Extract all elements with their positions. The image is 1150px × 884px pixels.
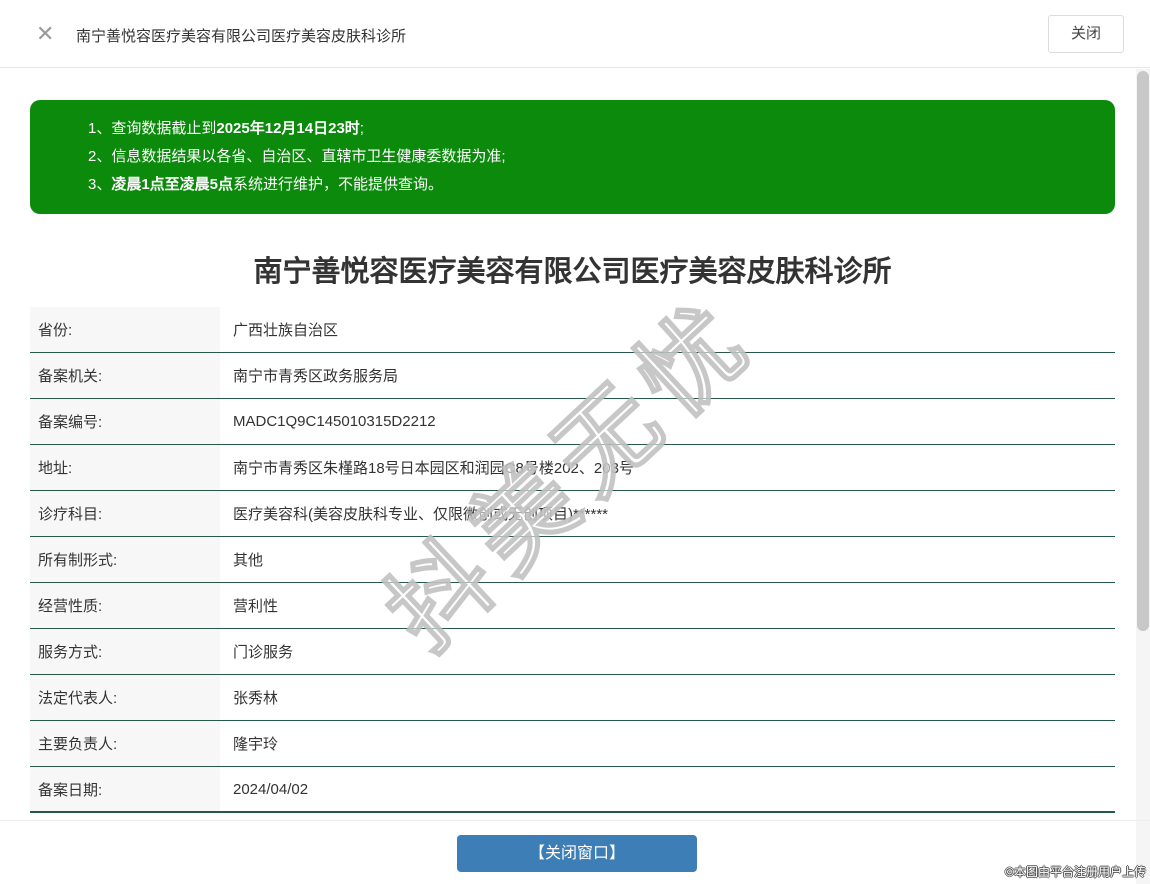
window-title: 南宁善悦容医疗美容有限公司医疗美容皮肤科诊所 bbox=[76, 25, 406, 46]
row-label: 备案编号: bbox=[30, 399, 220, 444]
table-row: 主要负责人: 隆宇玲 bbox=[30, 721, 1115, 767]
table-row: 所有制形式: 其他 bbox=[30, 537, 1115, 583]
footer-divider bbox=[0, 820, 1150, 821]
record-table: 省份: 广西壮族自治区 备案机关: 南宁市青秀区政务服务局 备案编号: MADC… bbox=[30, 307, 1115, 813]
table-row: 备案编号: MADC1Q9C145010315D2212 bbox=[30, 399, 1115, 445]
row-label: 服务方式: bbox=[30, 629, 220, 674]
row-label: 备案机关: bbox=[30, 353, 220, 398]
close-button[interactable]: 关闭 bbox=[1048, 15, 1124, 53]
scrollbar-track[interactable] bbox=[1136, 69, 1150, 884]
row-value: 广西壮族自治区 bbox=[220, 307, 1115, 352]
notice-banner: 1、查询数据截止到2025年12月14日23时; 2、信息数据结果以各省、自治区… bbox=[30, 100, 1115, 214]
row-label: 省份: bbox=[30, 307, 220, 352]
table-row: 服务方式: 门诊服务 bbox=[30, 629, 1115, 675]
scrollbar-thumb[interactable] bbox=[1137, 71, 1149, 631]
row-label: 所有制形式: bbox=[30, 537, 220, 582]
row-value: 其他 bbox=[220, 537, 1115, 582]
row-value: MADC1Q9C145010315D2212 bbox=[220, 399, 1115, 444]
row-label: 地址: bbox=[30, 445, 220, 490]
row-label: 诊疗科目: bbox=[30, 491, 220, 536]
table-row: 诊疗科目: 医疗美容科(美容皮肤科专业、仅限微创或无创项目)****** bbox=[30, 491, 1115, 537]
window-titlebar: ✕ 南宁善悦容医疗美容有限公司医疗美容皮肤科诊所 关闭 bbox=[0, 0, 1150, 68]
row-label: 主要负责人: bbox=[30, 721, 220, 766]
row-value: 张秀林 bbox=[220, 675, 1115, 720]
upload-credit-watermark: ©本图由平台注册用户上传 bbox=[1005, 863, 1146, 880]
row-value: 医疗美容科(美容皮肤科专业、仅限微创或无创项目)****** bbox=[220, 491, 1115, 536]
table-row: 省份: 广西壮族自治区 bbox=[30, 307, 1115, 353]
row-value: 隆宇玲 bbox=[220, 721, 1115, 766]
page-title: 南宁善悦容医疗美容有限公司医疗美容皮肤科诊所 bbox=[30, 248, 1115, 290]
close-window-button[interactable]: 【关闭窗口】 bbox=[457, 835, 697, 872]
row-value: 2024/04/02 bbox=[220, 767, 1115, 811]
row-label: 法定代表人: bbox=[30, 675, 220, 720]
row-value: 营利性 bbox=[220, 583, 1115, 628]
notice-line: 2、信息数据结果以各省、自治区、直辖市卫生健康委数据为准; bbox=[88, 143, 1095, 171]
row-value: 门诊服务 bbox=[220, 629, 1115, 674]
table-row: 备案机关: 南宁市青秀区政务服务局 bbox=[30, 353, 1115, 399]
row-value: 南宁市青秀区政务服务局 bbox=[220, 353, 1115, 398]
row-value: 南宁市青秀区朱槿路18号日本园区和润园C8号楼202、203号 bbox=[220, 445, 1115, 490]
table-row: 法定代表人: 张秀林 bbox=[30, 675, 1115, 721]
close-x-icon[interactable]: ✕ bbox=[36, 22, 54, 46]
page-content: 1、查询数据截止到2025年12月14日23时; 2、信息数据结果以各省、自治区… bbox=[30, 69, 1115, 813]
table-row: 地址: 南宁市青秀区朱槿路18号日本园区和润园C8号楼202、203号 bbox=[30, 445, 1115, 491]
table-row: 备案日期: 2024/04/02 bbox=[30, 767, 1115, 813]
table-row: 经营性质: 营利性 bbox=[30, 583, 1115, 629]
row-label: 经营性质: bbox=[30, 583, 220, 628]
notice-line: 3、凌晨1点至凌晨5点系统进行维护，不能提供查询。 bbox=[88, 171, 1095, 199]
row-label: 备案日期: bbox=[30, 767, 220, 811]
notice-line: 1、查询数据截止到2025年12月14日23时; bbox=[88, 115, 1095, 143]
